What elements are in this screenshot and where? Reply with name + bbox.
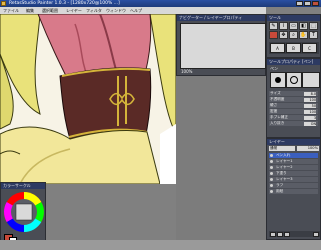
layer-panel: レイヤー 通常 100% ペン入れ レイヤー1 レイヤー2 下塗り レイヤー3 … (266, 138, 321, 240)
layer-item[interactable]: ペン入れ (269, 153, 318, 158)
subtool-b[interactable]: B (286, 43, 301, 53)
merge-layer-button[interactable] (284, 231, 290, 237)
navigator-title: ナビゲーター / レイヤープロパティ (177, 15, 265, 21)
layer-opacity-field[interactable]: 100% (297, 146, 319, 151)
property-row-opacity[interactable]: 不透明度 100 (269, 97, 318, 102)
layer-name: レイヤー1 (276, 159, 293, 163)
property-row-taper[interactable]: 入り抜き ON (269, 121, 318, 126)
layer-panel-title: レイヤー (267, 139, 320, 145)
brush-pressure-preview[interactable] (302, 72, 320, 88)
tool-property-title: ツールプロパティ [ペン] (267, 59, 320, 65)
subtool-c[interactable]: C (302, 43, 317, 53)
tool-panel: ツール ✎ ⌇ ▭ ◧ ⬚ ✥ ⌕ ✋ T A B C (266, 14, 321, 58)
layer-item[interactable]: ラフ (269, 183, 318, 188)
layer-name: ラフ (276, 183, 284, 187)
property-label: 硬さ (270, 103, 278, 107)
layer-item[interactable]: 用紙 (269, 189, 318, 194)
fill-tool-icon[interactable]: ◧ (299, 22, 308, 30)
property-value[interactable]: 100 (304, 97, 316, 102)
layer-item[interactable]: レイヤー2 (269, 165, 318, 170)
navigator-panel: ナビゲーター / レイヤープロパティ 100% (176, 14, 266, 76)
color-swatch-icon[interactable] (269, 31, 278, 39)
property-value[interactable]: 8.0 (304, 91, 316, 96)
navigator-preview[interactable] (180, 23, 266, 69)
eye-icon[interactable] (270, 190, 273, 193)
eye-icon[interactable] (270, 178, 273, 181)
layer-name: レイヤー2 (276, 165, 293, 169)
property-value[interactable]: ON (304, 121, 316, 126)
zoom-tool-icon[interactable]: ⌕ (289, 31, 298, 39)
menu-layer[interactable]: レイヤー (66, 7, 82, 14)
property-row-size[interactable]: サイズ 8.0 (269, 91, 318, 96)
layer-name: レイヤー3 (276, 177, 293, 181)
brush-shape-icon (290, 76, 298, 84)
maximize-button[interactable] (304, 1, 311, 6)
property-row-hardness[interactable]: 硬さ 50 (269, 103, 318, 108)
new-layer-button[interactable] (270, 231, 276, 237)
artwork-illustration (0, 14, 176, 184)
property-row-stabilizer[interactable]: 手ブレ補正 3 (269, 115, 318, 120)
color-wheel[interactable] (3, 191, 45, 233)
property-label: 不透明度 (270, 97, 285, 101)
eye-icon[interactable] (270, 184, 273, 187)
subtool-a[interactable]: A (270, 43, 285, 53)
color-panel: カラーサークル (0, 182, 46, 243)
layer-item[interactable]: レイヤー1 (269, 159, 318, 164)
eye-icon[interactable] (270, 160, 273, 163)
window-title: RetasStudio Painter 1.0.3 - [1280x720@10… (9, 1, 120, 6)
property-value[interactable]: 50 (304, 103, 316, 108)
menu-edit[interactable]: 編集 (26, 7, 34, 14)
minimize-button[interactable] (296, 1, 303, 6)
property-label: 手ブレ補正 (270, 115, 288, 119)
menu-window[interactable]: ウィンドウ (106, 7, 126, 14)
text-tool-icon[interactable]: T (309, 31, 318, 39)
menu-help[interactable]: ヘルプ (130, 7, 142, 14)
menu-filter[interactable]: フィルタ (86, 7, 102, 14)
layer-name: ペン入れ (276, 153, 291, 157)
layer-toolbar (269, 231, 320, 237)
property-label: サイズ (270, 91, 281, 95)
brush-tip-icon (275, 77, 281, 83)
eraser-tool-icon[interactable]: ▭ (289, 22, 298, 30)
menu-file[interactable]: ファイル (3, 7, 19, 14)
close-button[interactable] (312, 1, 319, 6)
tool-subpalette: A B C (269, 42, 319, 54)
hand-tool-icon[interactable]: ✋ (299, 31, 308, 39)
layer-name: 用紙 (276, 189, 284, 193)
blend-mode-select[interactable]: 通常 (269, 146, 295, 151)
tool-panel-title: ツール (267, 15, 320, 21)
tool-property-panel: ツールプロパティ [ペン] ペン サイズ 8.0 不透明度 100 硬さ 50 密度 1… (266, 58, 321, 138)
property-row-density[interactable]: 密度 100 (269, 109, 318, 114)
delete-layer-button[interactable] (313, 231, 319, 237)
eye-icon[interactable] (270, 166, 273, 169)
brush-shape-preview[interactable] (286, 72, 302, 88)
brush-preview (270, 72, 286, 88)
duplicate-layer-button[interactable] (277, 231, 283, 237)
layer-item[interactable]: 下塗り (269, 171, 318, 176)
eye-icon[interactable] (270, 172, 273, 175)
select-tool-icon[interactable]: ⬚ (309, 22, 318, 30)
property-label: 入り抜き (270, 121, 285, 125)
navigator-zoom[interactable]: 100% (181, 69, 192, 74)
title-bar: RetasStudio Painter 1.0.3 - [1280x720@10… (0, 0, 321, 7)
property-value[interactable]: 3 (304, 115, 316, 120)
layer-item[interactable]: レイヤー3 (269, 177, 318, 182)
eye-icon[interactable] (270, 154, 273, 157)
move-tool-icon[interactable]: ✥ (279, 31, 288, 39)
menu-selection[interactable]: 選択範囲 (42, 7, 58, 14)
status-bar (0, 240, 321, 250)
property-label: 密度 (270, 109, 278, 113)
pen-tool-icon[interactable]: ✎ (269, 22, 278, 30)
canvas[interactable] (0, 14, 176, 184)
app-icon (1, 1, 6, 6)
property-value[interactable]: 100 (304, 109, 316, 114)
color-panel-title: カラーサークル (1, 183, 45, 189)
brush-tool-icon[interactable]: ⌇ (279, 22, 288, 30)
layer-name: 下塗り (276, 171, 287, 175)
